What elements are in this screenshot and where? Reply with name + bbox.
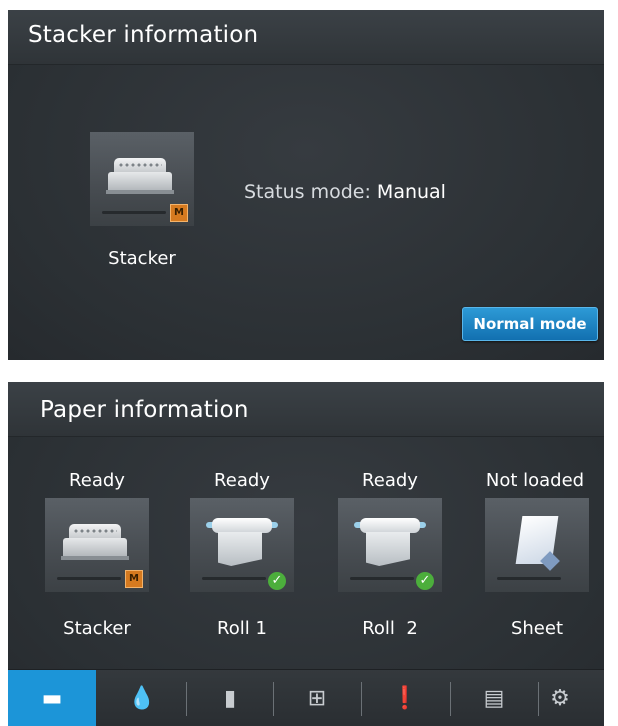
stacker-label: Stacker (108, 248, 176, 269)
manual-mode-badge: M (125, 570, 143, 588)
ready-check-icon: ✓ (268, 572, 286, 590)
status-mode-text: Status mode: Manual (244, 181, 446, 203)
stacker-image: M (90, 132, 194, 226)
stacker-information-screen: Stacker information M Stacker Status mod… (8, 10, 604, 360)
status-mode-value: Manual (376, 181, 446, 203)
gear-icon: ⚙ (550, 685, 570, 711)
printhead-nav-button[interactable]: ▮ (186, 670, 274, 726)
paper-nav-button[interactable]: ▬ (8, 670, 96, 726)
network-nav-button[interactable]: ⊞ (273, 670, 361, 726)
status-mode-label: Status mode: (244, 181, 371, 203)
sheet-label: Sheet (510, 618, 564, 639)
manual-mode-badge: M (170, 204, 188, 222)
paper-icon: ▬ (41, 685, 63, 711)
roll-2-status: Ready (362, 470, 418, 491)
page-title: Paper information (40, 397, 249, 423)
roll-1-label: Roll 1 (217, 618, 267, 639)
sheet-status: Not loaded (485, 470, 585, 491)
ink-nav-button[interactable]: 💧 (98, 670, 186, 726)
settings-nav-button[interactable]: ⚙ (516, 670, 604, 726)
page-title: Stacker information (28, 22, 259, 48)
stacker-tile[interactable]: M (45, 498, 149, 592)
printhead-icon: ▮ (223, 685, 237, 711)
roll-1-status: Ready (214, 470, 270, 491)
title-bar: Stacker information (8, 10, 604, 65)
network-icon: ⊞ (307, 685, 327, 711)
bottom-nav-bar: ▬ 💧 ▮ ⊞ ❗ ▤ ⚙ (8, 669, 604, 726)
normal-mode-button[interactable]: Normal mode (462, 307, 598, 341)
alerts-nav-button[interactable]: ❗ (361, 670, 449, 726)
paper-information-screen: Paper information Ready M Stacker Ready … (8, 382, 604, 726)
roll-1-tile[interactable]: ✓ (190, 498, 294, 592)
title-bar: Paper information (8, 382, 604, 437)
sheet-tile[interactable] (485, 498, 589, 592)
roll-2-label: Roll 2 (362, 618, 418, 639)
alert-icon: ❗ (391, 685, 419, 711)
stacker-label: Stacker (63, 618, 131, 639)
ready-check-icon: ✓ (416, 572, 434, 590)
ink-drop-icon: 💧 (128, 685, 156, 711)
stacker-status: Ready (69, 470, 125, 491)
roll-2-tile[interactable]: ✓ (338, 498, 442, 592)
printer-icon: ▤ (483, 685, 505, 711)
